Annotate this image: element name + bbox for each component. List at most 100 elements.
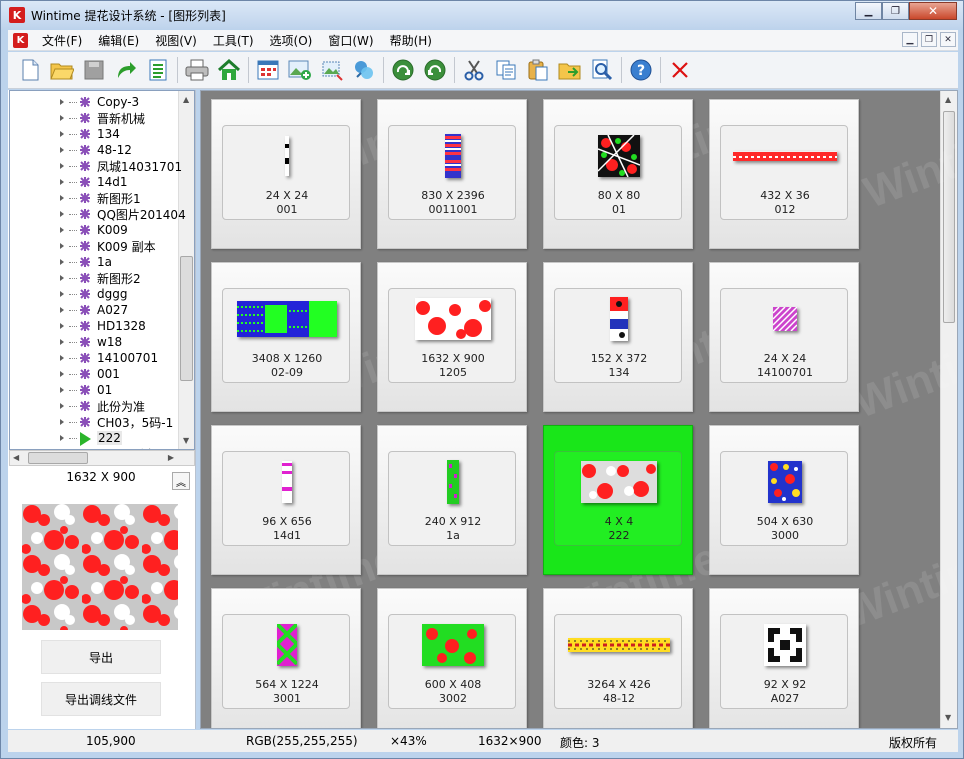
rotate-right-icon[interactable] [390, 57, 416, 83]
doc-close-button[interactable]: ✕ [940, 32, 956, 47]
zoom-icon[interactable] [589, 57, 615, 83]
pattern-card[interactable]: 96 X 656 14d1 [211, 425, 361, 575]
tree-item[interactable]: 222 [10, 430, 122, 446]
export-button[interactable]: 导出 [41, 640, 161, 674]
expand-arrow-icon[interactable] [60, 355, 64, 361]
expand-arrow-icon[interactable] [60, 387, 64, 393]
export-icon[interactable] [557, 57, 583, 83]
menu-view[interactable]: 视图(V) [147, 32, 205, 49]
menu-options[interactable]: 选项(O) [262, 32, 321, 49]
scroll-right-arrow-icon[interactable]: ▶ [168, 453, 174, 462]
menu-file[interactable]: 文件(F) [34, 32, 90, 49]
expand-arrow-icon[interactable] [60, 339, 64, 345]
tree-item[interactable]: 01 [10, 382, 112, 398]
copy-icon[interactable] [493, 57, 519, 83]
open-folder-icon[interactable] [49, 57, 75, 83]
tree-item[interactable]: 凤城14031701 [10, 158, 182, 174]
expand-arrow-icon[interactable] [60, 259, 64, 265]
tree-item[interactable]: CH03，5码-1 [10, 414, 173, 430]
expand-arrow-icon[interactable] [60, 211, 64, 217]
tree-item[interactable]: 1a [10, 254, 112, 270]
tree-item[interactable]: 001 [10, 366, 120, 382]
expand-arrow-icon[interactable] [60, 131, 64, 137]
pattern-card[interactable]: 600 X 408 3002 [377, 588, 527, 728]
expand-arrow-icon[interactable] [60, 227, 64, 233]
pattern-card[interactable]: 504 X 630 3000 [709, 425, 859, 575]
expand-arrow-icon[interactable] [60, 323, 64, 329]
scroll-down-arrow-icon[interactable]: ▼ [183, 436, 189, 445]
tree-item[interactable]: 14100701 [10, 350, 158, 366]
expand-arrow-icon[interactable] [60, 275, 64, 281]
expand-arrow-icon[interactable] [60, 163, 64, 169]
expand-arrow-icon[interactable] [60, 371, 64, 377]
menu-edit[interactable]: 编辑(E) [90, 32, 147, 49]
expand-arrow-icon[interactable] [60, 403, 64, 409]
save-icon[interactable] [81, 57, 107, 83]
scroll-up-arrow-icon[interactable]: ▲ [183, 95, 189, 104]
pattern-card[interactable]: 432 X 36 012 [709, 99, 859, 249]
tree-item[interactable]: 新图形2 [10, 270, 141, 286]
crop-icon[interactable] [319, 57, 345, 83]
tree-item[interactable]: 晋新机械 [10, 110, 145, 126]
menu-window[interactable]: 窗口(W) [320, 32, 381, 49]
add-image-icon[interactable] [287, 57, 313, 83]
maximize-button[interactable]: ❐ [882, 2, 909, 20]
tree-item[interactable]: A027 [10, 302, 128, 318]
scroll-down-arrow-icon[interactable]: ▼ [945, 713, 951, 722]
title-bar[interactable]: K Wintime 提花设计系统 - [图形列表] ▁ ❐ ✕ [1, 1, 963, 29]
help-icon[interactable]: ? [628, 57, 654, 83]
cut-icon[interactable] [461, 57, 487, 83]
expand-arrow-icon[interactable] [60, 291, 64, 297]
expand-arrow-icon[interactable] [60, 243, 64, 249]
paste-icon[interactable] [525, 57, 551, 83]
home-icon[interactable] [216, 57, 242, 83]
document-logo-icon[interactable]: K [13, 32, 28, 48]
tree-vertical-scrollbar[interactable]: ▲ ▼ [178, 91, 194, 449]
collapse-preview-button[interactable]: ︽ [172, 472, 190, 490]
expand-arrow-icon[interactable] [60, 307, 64, 313]
tree-item[interactable]: w18 [10, 334, 122, 350]
pattern-card[interactable]: 24 X 24 001 [211, 99, 361, 249]
tree-item[interactable]: 新图形1 [10, 190, 141, 206]
scroll-up-arrow-icon[interactable]: ▲ [945, 95, 951, 104]
new-file-icon[interactable] [17, 57, 43, 83]
tree-item[interactable]: dggg [10, 286, 127, 302]
delete-icon[interactable] [667, 57, 693, 83]
tree-item[interactable]: QQ图片201404 [10, 206, 186, 222]
expand-arrow-icon[interactable] [60, 147, 64, 153]
expand-arrow-icon[interactable] [60, 435, 64, 441]
tree-scroll-thumb[interactable] [180, 256, 193, 381]
tree-item[interactable]: 此份为准 [10, 398, 145, 414]
redo-icon[interactable] [113, 57, 139, 83]
pattern-card[interactable]: 4 X 4 222 [543, 425, 693, 575]
expand-arrow-icon[interactable] [60, 419, 64, 425]
tree-item[interactable]: HD1328 [10, 318, 146, 334]
expand-arrow-icon[interactable] [60, 115, 64, 121]
close-button[interactable]: ✕ [909, 2, 957, 20]
pattern-card[interactable]: 24 X 24 14100701 [709, 262, 859, 412]
pattern-card[interactable]: 3264 X 426 48-12 [543, 588, 693, 728]
tree-item[interactable]: 14d1 [10, 174, 128, 190]
doc-minimize-button[interactable]: ▁ [902, 32, 918, 47]
pattern-card[interactable]: 92 X 92 A027 [709, 588, 859, 728]
export-tune-file-button[interactable]: 导出调线文件 [41, 682, 161, 716]
menu-help[interactable]: 帮助(H) [382, 32, 440, 49]
tree-item[interactable]: 48-12 [10, 142, 132, 158]
tree-item[interactable]: Copy-3 [10, 94, 139, 110]
print-icon[interactable] [184, 57, 210, 83]
expand-arrow-icon[interactable] [60, 195, 64, 201]
expand-arrow-icon[interactable] [60, 99, 64, 105]
tree-horizontal-scrollbar[interactable]: ◀ ▶ [9, 450, 195, 466]
scroll-left-arrow-icon[interactable]: ◀ [13, 453, 19, 462]
rotate-left-icon[interactable] [422, 57, 448, 83]
import-icon[interactable] [351, 57, 377, 83]
pattern-tree[interactable]: ▲ ▼ Copy-3 晋新机械 134 48-12 凤城14031701 14d1 新图形1… [9, 90, 195, 450]
pattern-card[interactable]: 1632 X 900 1205 [377, 262, 527, 412]
minimize-button[interactable]: ▁ [855, 2, 882, 20]
pattern-card[interactable]: 152 X 372 134 [543, 262, 693, 412]
doc-restore-button[interactable]: ❐ [921, 32, 937, 47]
menu-tools[interactable]: 工具(T) [205, 32, 262, 49]
pattern-card[interactable]: 80 X 80 01 [543, 99, 693, 249]
grid-icon[interactable] [255, 57, 281, 83]
tree-hscroll-thumb[interactable] [28, 452, 88, 464]
